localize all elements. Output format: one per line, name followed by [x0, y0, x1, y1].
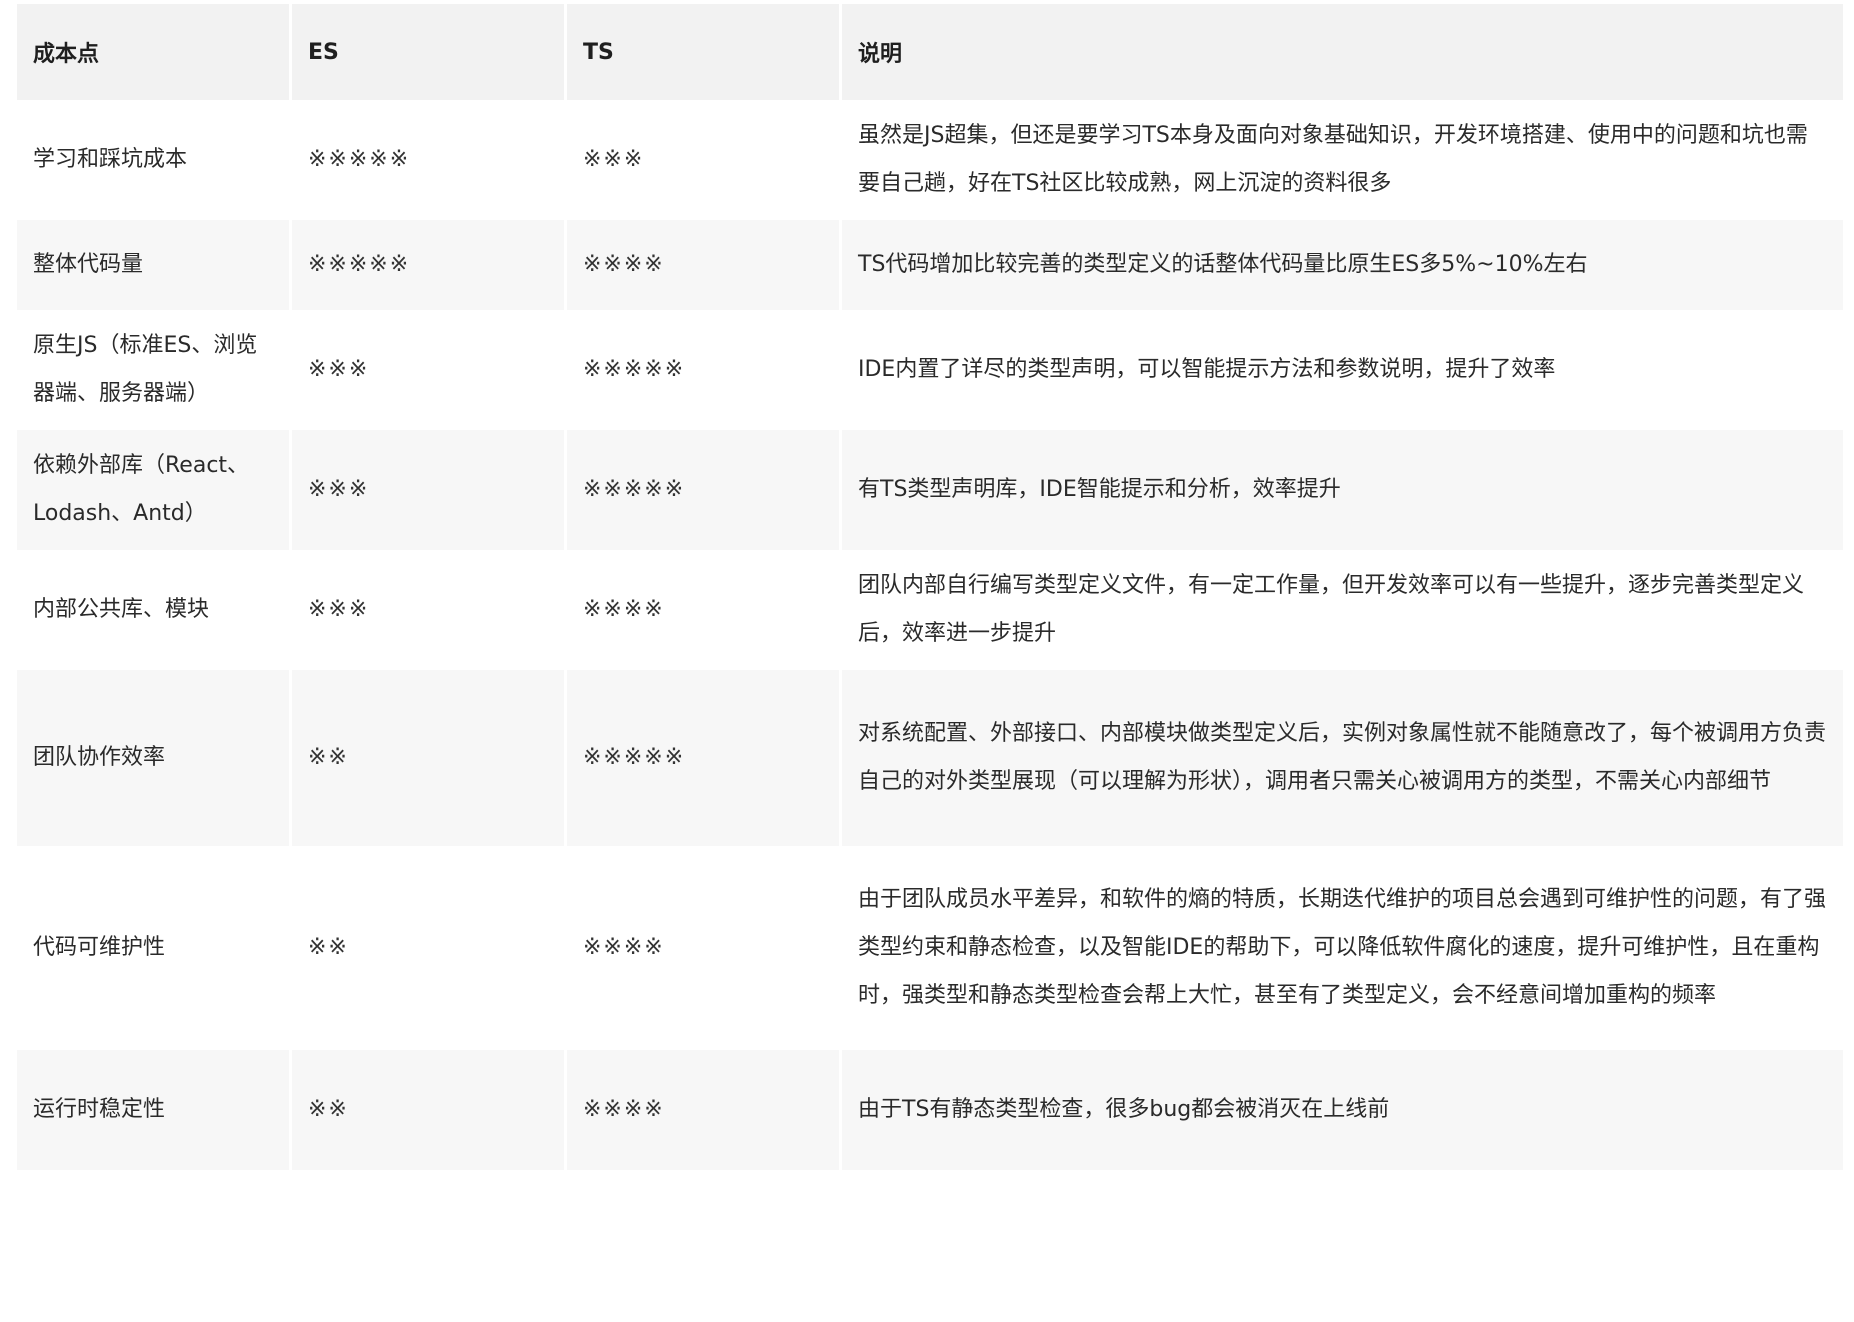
cost-point-cell: 整体代码量: [17, 220, 289, 310]
description-cell: 由于TS有静态类型检查，很多bug都会被消灭在上线前: [842, 1050, 1843, 1170]
ts-rating-cell: ※※※※: [567, 1050, 839, 1170]
es-rating-cell: ※※: [292, 670, 564, 846]
description-cell: IDE内置了详尽的类型声明，可以智能提示方法和参数说明，提升了效率: [842, 310, 1843, 430]
table-row: 依赖外部库（React、Lodash、Antd） ※※※ ※※※※※ 有TS类型…: [17, 430, 1843, 550]
ts-rating-cell: ※※※※※: [567, 670, 839, 846]
table-row: 整体代码量 ※※※※※ ※※※※ TS代码增加比较完善的类型定义的话整体代码量比…: [17, 220, 1843, 310]
header-description: 说明: [842, 4, 1843, 100]
ts-rating-cell: ※※※※: [567, 846, 839, 1050]
comparison-table-container: 成本点 ES TS 说明 学习和踩坑成本 ※※※※※ ※※※ 虽然是JS超集，但…: [14, 4, 1843, 1170]
table-row: 运行时稳定性 ※※ ※※※※ 由于TS有静态类型检查，很多bug都会被消灭在上线…: [17, 1050, 1843, 1170]
table-row: 内部公共库、模块 ※※※ ※※※※ 团队内部自行编写类型定义文件，有一定工作量，…: [17, 550, 1843, 670]
header-es: ES: [292, 4, 564, 100]
es-rating-cell: ※※※: [292, 310, 564, 430]
es-rating-cell: ※※: [292, 1050, 564, 1170]
table-header-row: 成本点 ES TS 说明: [17, 4, 1843, 100]
table-row: 代码可维护性 ※※ ※※※※ 由于团队成员水平差异，和软件的熵的特质，长期迭代维…: [17, 846, 1843, 1050]
description-cell: TS代码增加比较完善的类型定义的话整体代码量比原生ES多5%~10%左右: [842, 220, 1843, 310]
cost-point-cell: 学习和踩坑成本: [17, 100, 289, 220]
header-cost-point: 成本点: [17, 4, 289, 100]
ts-rating-cell: ※※※※※: [567, 310, 839, 430]
cost-point-cell: 运行时稳定性: [17, 1050, 289, 1170]
header-ts: TS: [567, 4, 839, 100]
ts-rating-cell: ※※※: [567, 100, 839, 220]
es-rating-cell: ※※: [292, 846, 564, 1050]
description-cell: 有TS类型声明库，IDE智能提示和分析，效率提升: [842, 430, 1843, 550]
es-rating-cell: ※※※: [292, 550, 564, 670]
ts-rating-cell: ※※※※※: [567, 430, 839, 550]
cost-point-cell: 代码可维护性: [17, 846, 289, 1050]
ts-rating-cell: ※※※※: [567, 550, 839, 670]
description-cell: 团队内部自行编写类型定义文件，有一定工作量，但开发效率可以有一些提升，逐步完善类…: [842, 550, 1843, 670]
description-cell: 对系统配置、外部接口、内部模块做类型定义后，实例对象属性就不能随意改了，每个被调…: [842, 670, 1843, 846]
table-row: 学习和踩坑成本 ※※※※※ ※※※ 虽然是JS超集，但还是要学习TS本身及面向对…: [17, 100, 1843, 220]
cost-point-cell: 内部公共库、模块: [17, 550, 289, 670]
es-rating-cell: ※※※: [292, 430, 564, 550]
table-row: 团队协作效率 ※※ ※※※※※ 对系统配置、外部接口、内部模块做类型定义后，实例…: [17, 670, 1843, 846]
cost-point-cell: 原生JS（标准ES、浏览器端、服务器端）: [17, 310, 289, 430]
es-rating-cell: ※※※※※: [292, 220, 564, 310]
cost-comparison-table: 成本点 ES TS 说明 学习和踩坑成本 ※※※※※ ※※※ 虽然是JS超集，但…: [14, 4, 1846, 1170]
es-rating-cell: ※※※※※: [292, 100, 564, 220]
cost-point-cell: 团队协作效率: [17, 670, 289, 846]
ts-rating-cell: ※※※※: [567, 220, 839, 310]
table-row: 原生JS（标准ES、浏览器端、服务器端） ※※※ ※※※※※ IDE内置了详尽的…: [17, 310, 1843, 430]
description-cell: 虽然是JS超集，但还是要学习TS本身及面向对象基础知识，开发环境搭建、使用中的问…: [842, 100, 1843, 220]
cost-point-cell: 依赖外部库（React、Lodash、Antd）: [17, 430, 289, 550]
description-cell: 由于团队成员水平差异，和软件的熵的特质，长期迭代维护的项目总会遇到可维护性的问题…: [842, 846, 1843, 1050]
